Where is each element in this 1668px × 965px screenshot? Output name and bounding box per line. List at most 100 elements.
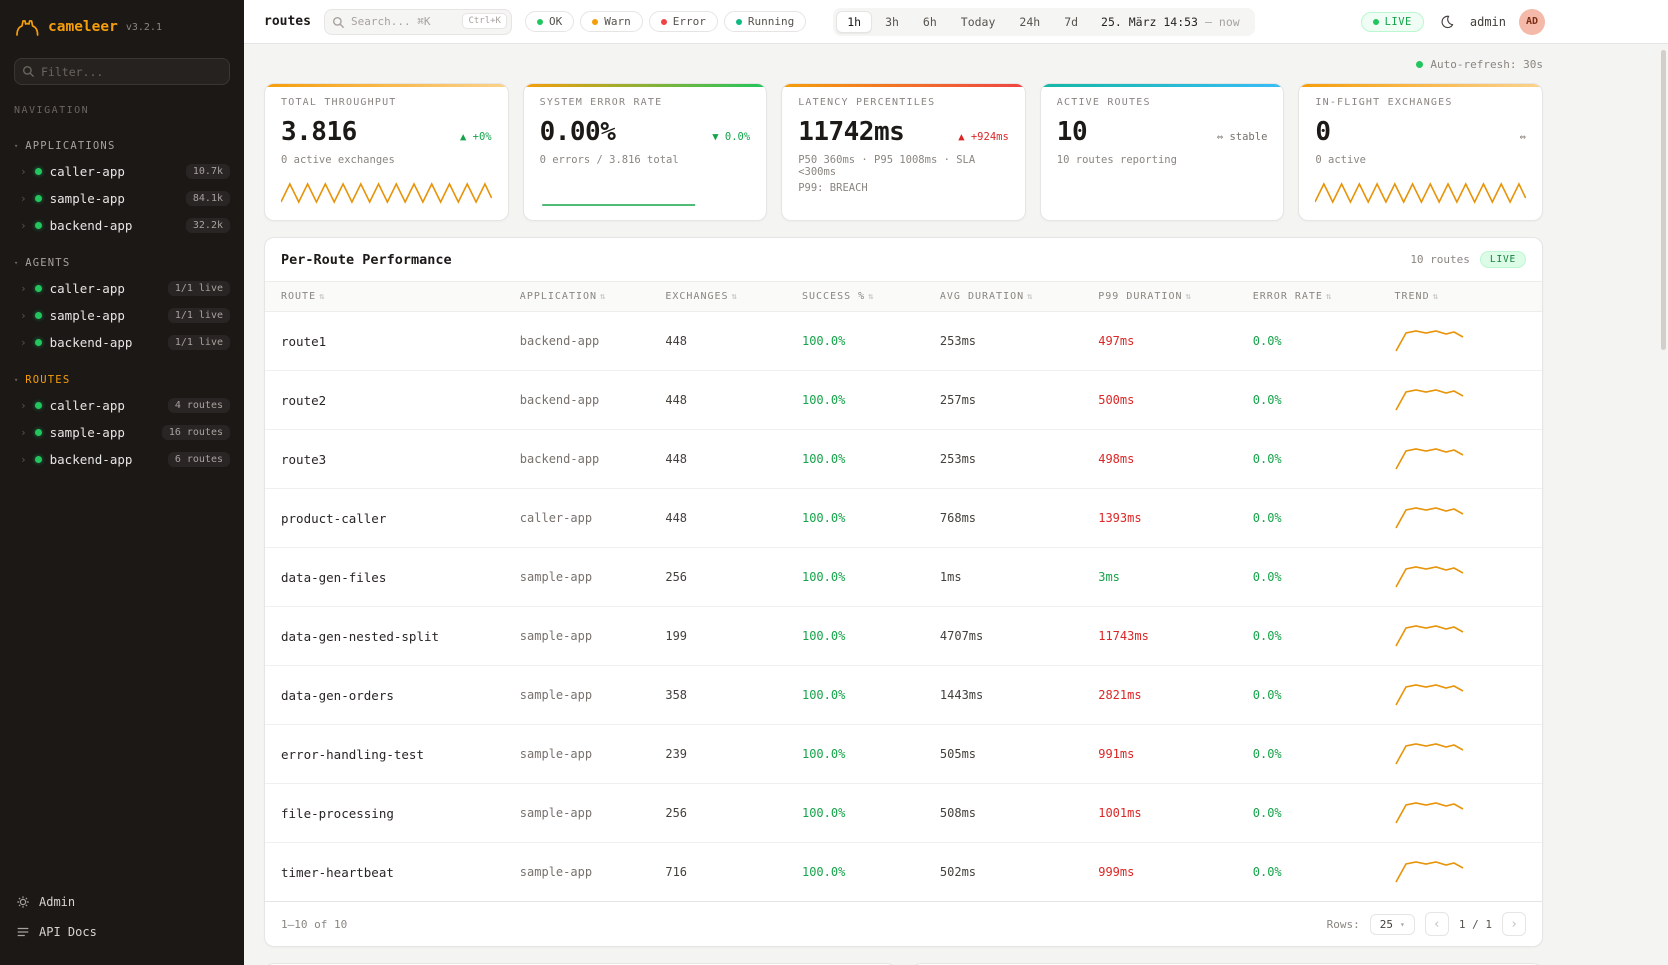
sidebar-item-api-docs[interactable]: API Docs <box>0 917 244 947</box>
kpi-delta: ▲ +0% <box>460 131 492 143</box>
kpi-value: 10 <box>1057 117 1087 147</box>
route-success: 100.0% <box>786 607 924 666</box>
sidebar-item-backend-app[interactable]: ›backend-app6 routes <box>0 446 244 473</box>
sidebar-item-sample-app[interactable]: ›sample-app1/1 live <box>0 302 244 329</box>
column-header-success-[interactable]: SUCCESS %⇅ <box>786 282 924 312</box>
sidebar-item-caller-app[interactable]: ›caller-app1/1 live <box>0 275 244 302</box>
app-version: v3.2.1 <box>126 22 162 33</box>
avatar[interactable]: AD <box>1519 9 1545 35</box>
section-title: APPLICATIONS <box>25 140 115 152</box>
column-header-exchanges[interactable]: EXCHANGES⇅ <box>649 282 786 312</box>
status-dot-icon <box>661 19 667 25</box>
chevron-down-icon: ▾ <box>1400 920 1405 929</box>
status-filter-group: OK Warn Error Running <box>525 11 806 32</box>
trend-sparkline <box>1394 327 1466 355</box>
sidebar-item-badge: 10.7k <box>186 164 230 179</box>
route-avg-duration: 253ms <box>924 430 1082 489</box>
time-range-6h[interactable]: 6h <box>912 11 948 33</box>
column-header-application[interactable]: APPLICATION⇅ <box>504 282 650 312</box>
sidebar-section-header-agents[interactable]: ▾AGENTS <box>0 253 244 275</box>
table-row[interactable]: timer-heartbeatsample-app716100.0%502ms9… <box>265 843 1542 902</box>
kpi-subtitle: 0 active exchanges <box>281 154 492 166</box>
cameleer-logo-icon <box>14 16 40 38</box>
time-range-today[interactable]: Today <box>950 11 1007 33</box>
kpi-card-total-throughput: TOTAL THROUGHPUT 3.816 ▲ +0% 0 active ex… <box>264 83 509 221</box>
sidebar-item-admin[interactable]: Admin <box>0 887 244 917</box>
route-error-rate: 0.0% <box>1237 312 1379 371</box>
time-range-3h[interactable]: 3h <box>874 11 910 33</box>
route-success: 100.0% <box>786 843 924 902</box>
route-trend-cell <box>1378 666 1542 725</box>
throughput-sparkline <box>281 176 492 210</box>
route-error-rate: 0.0% <box>1237 548 1379 607</box>
table-live-badge: LIVE <box>1480 251 1526 268</box>
route-application: sample-app <box>504 784 650 843</box>
caret-icon: ▾ <box>14 259 18 267</box>
route-error-rate: 0.0% <box>1237 666 1379 725</box>
sidebar-item-sample-app[interactable]: ›sample-app16 routes <box>0 419 244 446</box>
chevron-right-icon: › <box>20 309 27 322</box>
sidebar-item-caller-app[interactable]: ›caller-app4 routes <box>0 392 244 419</box>
column-header-avg-duration[interactable]: AVG DURATION⇅ <box>924 282 1082 312</box>
time-range-24h[interactable]: 24h <box>1008 11 1051 33</box>
kpi-delta: ▲ +924ms <box>958 131 1009 143</box>
docs-icon <box>16 925 30 939</box>
kpi-delta: ⇔ <box>1520 131 1526 143</box>
status-filter-warn[interactable]: Warn <box>580 11 643 32</box>
column-header-error-rate[interactable]: ERROR RATE⇅ <box>1237 282 1379 312</box>
scrollbar[interactable] <box>1661 50 1666 350</box>
table-row[interactable]: route3backend-app448100.0%253ms498ms0.0% <box>265 430 1542 489</box>
trend-sparkline <box>1394 799 1466 827</box>
table-row[interactable]: route1backend-app448100.0%253ms497ms0.0% <box>265 312 1542 371</box>
route-name: data-gen-orders <box>265 666 504 725</box>
table-row[interactable]: data-gen-nested-splitsample-app199100.0%… <box>265 607 1542 666</box>
topbar-right: LIVE admin AD <box>1361 9 1545 35</box>
table-row[interactable]: route2backend-app448100.0%257ms500ms0.0% <box>265 371 1542 430</box>
sidebar-item-badge: 1/1 live <box>168 308 230 323</box>
column-header-route[interactable]: ROUTE⇅ <box>265 282 504 312</box>
rows-per-page-select[interactable]: 25 ▾ <box>1370 914 1415 935</box>
route-error-rate: 0.0% <box>1237 784 1379 843</box>
time-range-7d[interactable]: 7d <box>1053 11 1089 33</box>
route-avg-duration: 505ms <box>924 725 1082 784</box>
topbar: routes Ctrl+K OKWarnErrorRunning 1h3h6hT… <box>244 0 1668 44</box>
route-p99-duration: 999ms <box>1082 843 1237 902</box>
sidebar-item-backend-app[interactable]: ›backend-app1/1 live <box>0 329 244 356</box>
column-header-trend[interactable]: TREND⇅ <box>1378 282 1542 312</box>
route-application: sample-app <box>504 548 650 607</box>
dark-mode-toggle[interactable] <box>1437 12 1457 32</box>
sidebar-item-caller-app[interactable]: ›caller-app10.7k <box>0 158 244 185</box>
sidebar-item-sample-app[interactable]: ›sample-app84.1k <box>0 185 244 212</box>
route-exchanges: 448 <box>649 371 786 430</box>
prev-page-button[interactable]: ‹ <box>1425 912 1449 936</box>
table-row[interactable]: file-processingsample-app256100.0%508ms1… <box>265 784 1542 843</box>
route-p99-duration: 498ms <box>1082 430 1237 489</box>
route-trend-cell <box>1378 430 1542 489</box>
next-page-button[interactable]: › <box>1502 912 1526 936</box>
column-header-p99-duration[interactable]: P99 DURATION⇅ <box>1082 282 1237 312</box>
table-row[interactable]: data-gen-filessample-app256100.0%1ms3ms0… <box>265 548 1542 607</box>
route-p99-duration: 991ms <box>1082 725 1237 784</box>
filter-label: OK <box>549 15 562 28</box>
filter-label: Error <box>673 15 706 28</box>
routes-table: ROUTE⇅APPLICATION⇅EXCHANGES⇅SUCCESS %⇅AV… <box>265 281 1542 901</box>
sidebar-section-header-routes[interactable]: ▾ROUTES <box>0 370 244 392</box>
route-application: backend-app <box>504 430 650 489</box>
status-filter-error[interactable]: Error <box>649 11 718 32</box>
table-row[interactable]: data-gen-orderssample-app358100.0%1443ms… <box>265 666 1542 725</box>
time-range-1h[interactable]: 1h <box>836 11 872 33</box>
sidebar-filter-input[interactable] <box>14 58 230 85</box>
refresh-dot-icon <box>1416 61 1423 68</box>
kpi-delta: ⇔ stable <box>1217 131 1268 143</box>
status-filter-running[interactable]: Running <box>724 11 806 32</box>
route-trend-cell <box>1378 548 1542 607</box>
route-name: timer-heartbeat <box>265 843 504 902</box>
sidebar-item-backend-app[interactable]: ›backend-app32.2k <box>0 212 244 239</box>
table-row[interactable]: error-handling-testsample-app239100.0%50… <box>265 725 1542 784</box>
status-dot-icon <box>35 429 42 436</box>
sidebar-section-header-applications[interactable]: ▾APPLICATIONS <box>0 136 244 158</box>
kpi-card-latency: LATENCY PERCENTILES 11742ms ▲ +924ms P50… <box>781 83 1026 221</box>
route-p99-duration: 2821ms <box>1082 666 1237 725</box>
status-filter-ok[interactable]: OK <box>525 11 574 32</box>
table-row[interactable]: product-callercaller-app448100.0%768ms13… <box>265 489 1542 548</box>
